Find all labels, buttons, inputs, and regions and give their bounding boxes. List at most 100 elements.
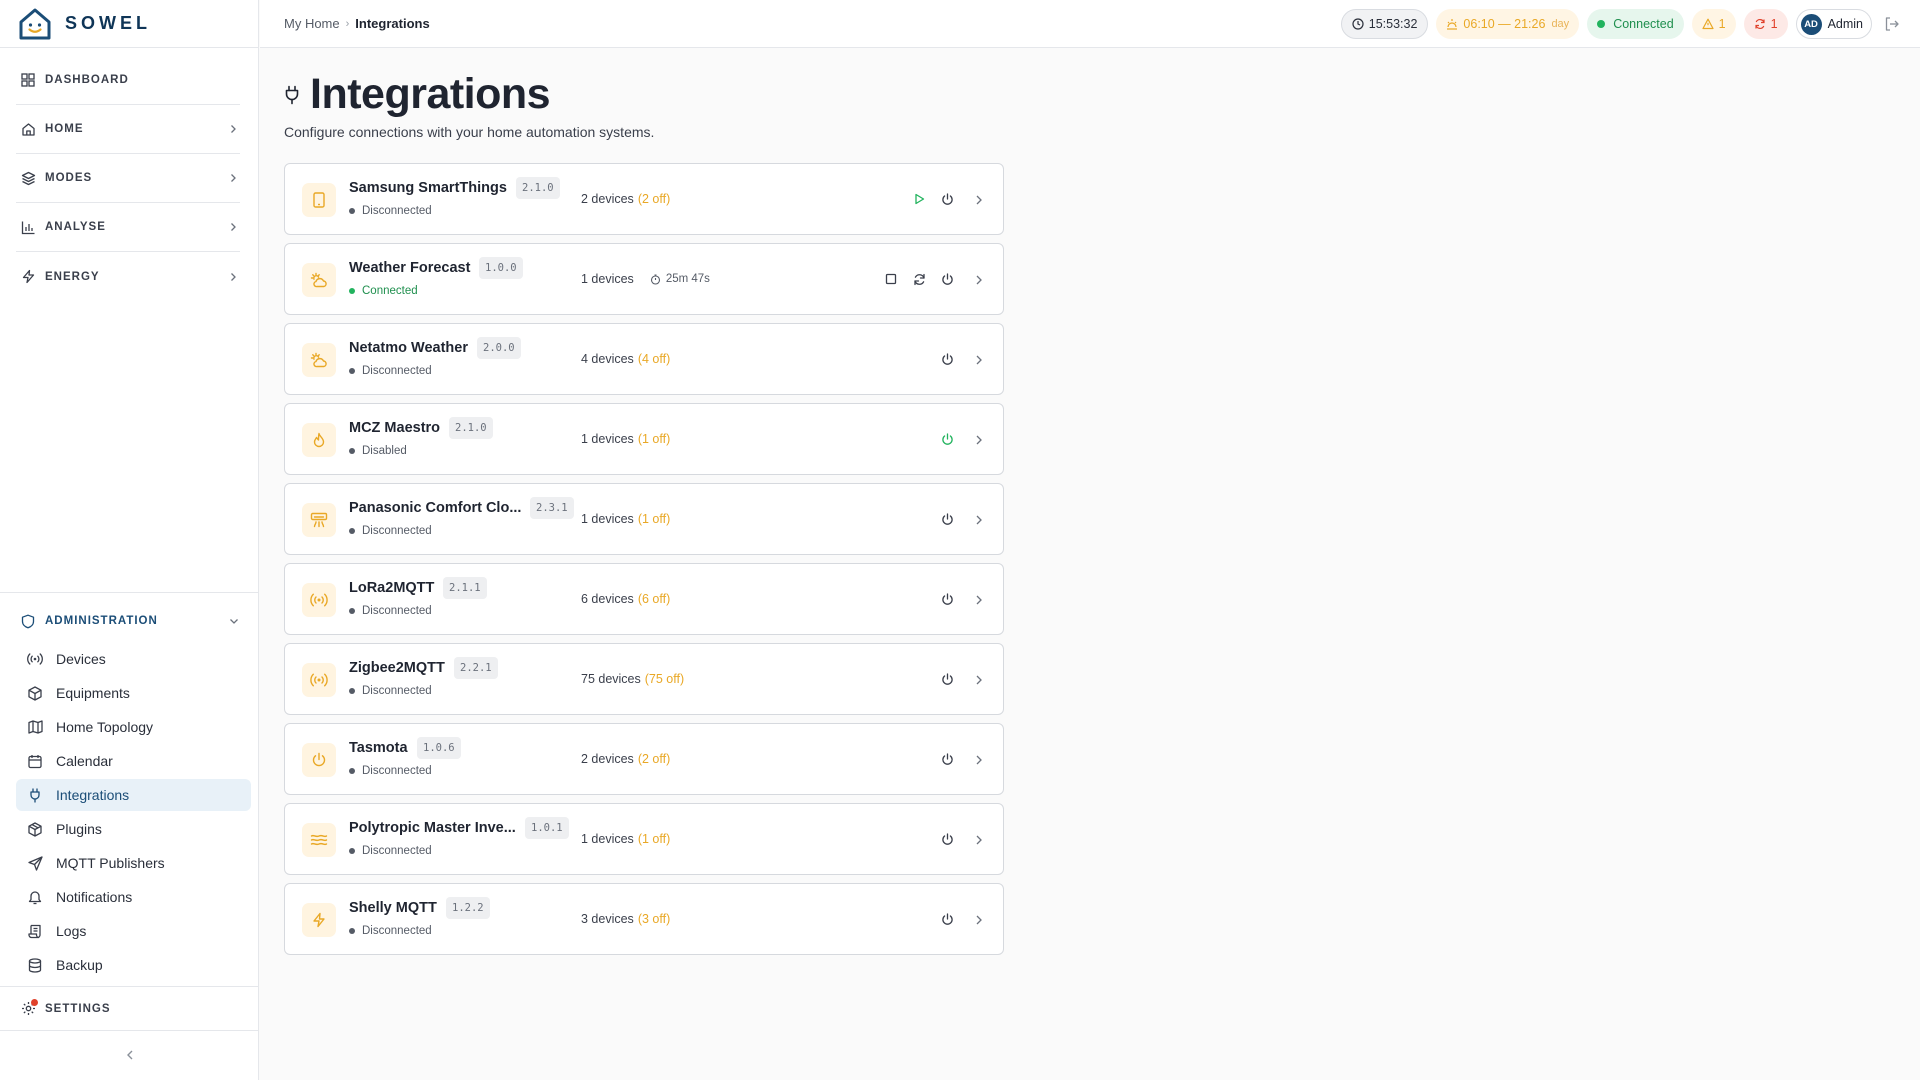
integration-card[interactable]: Zigbee2MQTT 2.2.1 Disconnected 75 device… [284, 643, 1004, 715]
warning-triangle-icon [1702, 18, 1714, 30]
devices-off-count: (1 off) [637, 512, 671, 526]
power-button[interactable] [939, 671, 955, 687]
integration-name: MCZ Maestro [349, 420, 441, 436]
sidebar-item-equipments[interactable]: Equipments [16, 677, 251, 709]
refresh-button[interactable] [911, 271, 927, 287]
integration-card[interactable]: MCZ Maestro 2.1.0 Disabled 1 devices (1 o… [284, 403, 1004, 475]
integration-card[interactable]: Panasonic Comfort Clo... 2.3.1 Disconnec… [284, 483, 1004, 555]
power-button[interactable] [939, 911, 955, 927]
page-subtitle: Configure connections with your home aut… [284, 124, 655, 140]
devices-off-count: (3 off) [637, 912, 671, 926]
integration-status-label: Disconnected [362, 365, 432, 377]
power-button[interactable] [939, 591, 955, 607]
nav-label: ANALYSE [45, 221, 106, 233]
integration-card[interactable]: Tasmota 1.0.6 Disconnected 2 devices (2 o… [284, 723, 1004, 795]
devices-off-count: (1 off) [637, 432, 671, 446]
nav-item-modes[interactable]: MODES [16, 154, 240, 203]
nav-item-analyse[interactable]: ANALYSE [16, 203, 240, 252]
sun-times-pill[interactable]: 06:10 — 21:26 day [1436, 9, 1580, 39]
admin-section-toggle[interactable]: ADMINISTRATION [16, 599, 251, 643]
page-header: Integrations [284, 70, 884, 119]
sidebar-item-label: Notifications [56, 889, 133, 905]
integration-status-label: Disconnected [362, 765, 432, 777]
integration-name: Polytropic Master Inve... [349, 820, 516, 836]
shield-icon [20, 613, 36, 629]
lightning-icon [20, 269, 36, 285]
air-conditioner-icon [310, 512, 328, 528]
integration-card[interactable]: Shelly MQTT 1.2.2 Disconnected 3 devices… [284, 883, 1004, 955]
radio-waves-icon [310, 673, 328, 687]
integration-name: Zigbee2MQTT [349, 660, 445, 676]
integration-card[interactable]: LoRa2MQTT 2.1.1 Disconnected 6 devices (6… [284, 563, 1004, 635]
power-icon [941, 912, 954, 926]
nav-item-home[interactable]: HOME [16, 105, 240, 154]
power-button[interactable] [939, 831, 955, 847]
integration-name: Shelly MQTT [349, 900, 437, 916]
logo[interactable]: SOWEL [0, 0, 258, 48]
integration-card[interactable]: Polytropic Master Inve... 1.0.1 Disconne… [284, 803, 1004, 875]
integration-card[interactable]: Netatmo Weather 2.0.0 Disconnected 4 dev… [284, 323, 1004, 395]
status-pills: 15:53:32 06:10 — 21:26 day Connected 1 1… [1333, 9, 1900, 39]
sidebar-item-backup[interactable]: Backup [16, 949, 251, 981]
logout-icon[interactable] [1884, 16, 1900, 32]
bell-icon [27, 889, 43, 905]
power-button[interactable] [939, 511, 955, 527]
house-icon [20, 121, 36, 137]
plug-icon [27, 787, 43, 803]
sidebar-item-integrations[interactable]: Integrations [16, 779, 251, 811]
sidebar-item-logs[interactable]: Logs [16, 915, 251, 947]
play-button[interactable] [911, 191, 927, 207]
integration-status-label: Disconnected [362, 605, 432, 617]
integration-icon-box [302, 823, 336, 857]
chevron-right-icon [976, 275, 982, 285]
power-button[interactable] [939, 271, 955, 287]
devices-off-count: (2 off) [637, 192, 671, 206]
integration-devices: 1 devices (1 off) [581, 432, 670, 446]
flame-icon [312, 432, 326, 448]
integration-card[interactable]: Samsung SmartThings 2.1.0 Disconnected 2… [284, 163, 1004, 235]
integration-version-badge: 2.1.1 [443, 577, 487, 599]
stop-button[interactable] [883, 271, 899, 287]
radio-waves-icon [310, 593, 328, 607]
cloud-sun-icon [310, 272, 328, 288]
clock-pill[interactable]: 15:53:32 [1340, 9, 1429, 39]
connection-status-pill[interactable]: Connected [1587, 9, 1684, 39]
collapse-sidebar-icon[interactable] [122, 1047, 138, 1063]
breadcrumb: My Home › Integrations [284, 16, 430, 31]
plug-icon [285, 85, 299, 104]
refresh-error-icon [1755, 18, 1765, 30]
nav-item-energy[interactable]: ENERGY [16, 252, 240, 301]
power-icon [941, 672, 954, 686]
breadcrumb-parent[interactable]: My Home [284, 16, 340, 31]
integration-icon-box [302, 663, 336, 697]
sidebar-item-devices[interactable]: Devices [16, 643, 251, 675]
power-button[interactable] [939, 431, 955, 447]
status-dot [349, 528, 355, 534]
sidebar-item-home-topology[interactable]: Home Topology [16, 711, 251, 743]
sidebar-item-mqtt-publishers[interactable]: MQTT Publishers [16, 847, 251, 879]
power-button[interactable] [939, 351, 955, 367]
warnings-pill[interactable]: 1 [1691, 9, 1736, 39]
errors-pill[interactable]: 1 [1743, 9, 1788, 39]
integration-icon-box [302, 423, 336, 457]
sidebar-item-notifications[interactable]: Notifications [16, 881, 251, 913]
sidebar-item-label: Devices [56, 651, 106, 667]
power-icon [941, 192, 954, 206]
nav-item-dashboard[interactable]: DASHBOARD [16, 56, 240, 105]
integration-status: Disconnected [349, 205, 432, 217]
devices-count: 75 devices [581, 672, 641, 686]
power-button[interactable] [939, 751, 955, 767]
scroll-icon [27, 923, 43, 939]
integration-card[interactable]: Weather Forecast 1.0.0 Connected 1 devic… [284, 243, 1004, 315]
integration-icon-box [302, 263, 336, 297]
integration-status: Disconnected [349, 605, 432, 617]
sidebar-item-calendar[interactable]: Calendar [16, 745, 251, 777]
chevron-right-icon [231, 223, 236, 231]
nav-item-settings[interactable]: SETTINGS [0, 986, 259, 1031]
devices-count: 4 devices [581, 352, 634, 366]
power-button[interactable] [939, 191, 955, 207]
user-menu[interactable]: AD Admin [1795, 9, 1872, 39]
sun-times-tag: day [1551, 18, 1570, 30]
sidebar-item-plugins[interactable]: Plugins [16, 813, 251, 845]
topbar: My Home › Integrations 15:53:32 06:10 — … [260, 0, 1920, 48]
